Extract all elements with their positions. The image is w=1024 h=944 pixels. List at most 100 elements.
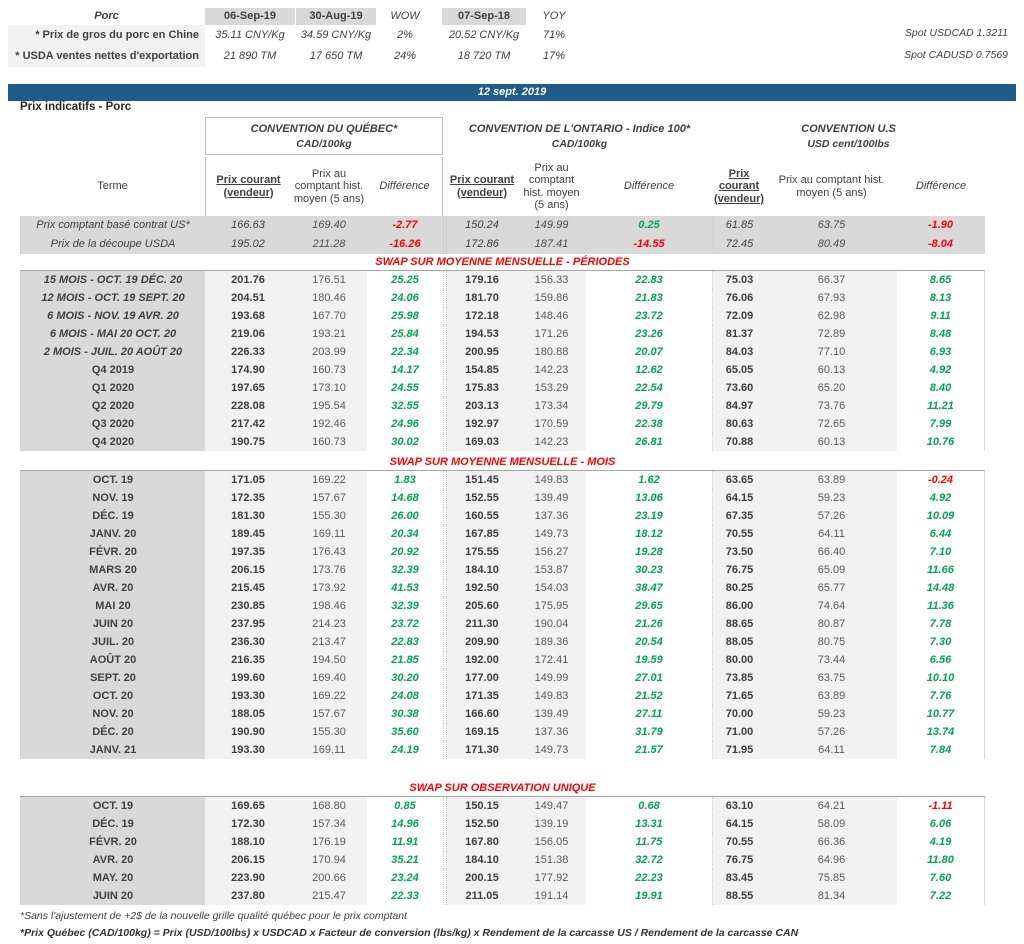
table-row: AOÛT 20 216.35 194.50 21.85 192.00 172.41 19.5… <box>20 651 985 669</box>
price-hist-cell: 172.41 <box>517 651 586 669</box>
difference-cell: 22.23 <box>586 869 712 887</box>
difference-cell: 22.33 <box>367 887 443 905</box>
spot-usdcad: Spot USDCAD 1.3211 <box>904 27 1008 39</box>
price-hist-cell: 155.30 <box>291 723 367 741</box>
price-current-cell: 194.53 <box>447 325 517 343</box>
price-current-cell: 223.90 <box>205 869 291 887</box>
price-hist-cell: 59.23 <box>766 705 897 723</box>
terme-cell: NOV. 20 <box>20 705 205 723</box>
price-hist-cell: 190.04 <box>517 615 586 633</box>
convention-us-header: CONVENTION U.S USD cent/100lbs <box>712 117 985 155</box>
difference-cell: 21.26 <box>586 615 712 633</box>
difference-cell: 35.60 <box>367 723 443 741</box>
terme-cell: DÉC. 19 <box>20 815 205 833</box>
difference-cell: 27.11 <box>586 705 712 723</box>
price-hist-cell: 58.09 <box>766 815 897 833</box>
difference-cell: 21.85 <box>367 651 443 669</box>
price-hist-cell: 137.36 <box>517 723 586 741</box>
price-hist-cell: 159.86 <box>517 289 586 307</box>
ontario-hist-header: Prix au comptant hist. moyen (5 ans) <box>523 161 580 212</box>
price-current-cell: 167.85 <box>447 525 517 543</box>
difference-cell: 35.21 <box>367 851 443 869</box>
price-current-cell: 193.68 <box>205 307 291 325</box>
price-hist-cell: 149.73 <box>517 525 586 543</box>
price-hist-cell: 155.30 <box>291 507 367 525</box>
price-hist-cell: 149.47 <box>517 797 586 815</box>
difference-cell: 20.54 <box>586 633 712 651</box>
price-hist-cell: 80.75 <box>766 633 897 651</box>
price-hist-cell: 173.92 <box>291 579 367 597</box>
table-row: MAI 20 230.85 198.46 32.39 205.60 175.95 29.65… <box>20 597 985 615</box>
terme-cell: OCT. 19 <box>20 797 205 815</box>
price-hist-cell: 65.77 <box>766 579 897 597</box>
difference-cell: 24.08 <box>367 687 443 705</box>
difference-cell: 22.83 <box>586 271 712 289</box>
terme-cell: 2 MOIS - JUIL. 20 AOÛT 20 <box>20 343 205 361</box>
table-row: Q4 2019 174.90 160.73 14.17 154.85 142.23 12.6… <box>20 361 985 379</box>
price-current-cell: 160.55 <box>447 507 517 525</box>
price-hist-cell: 193.21 <box>291 325 367 343</box>
price-hist-cell: 160.73 <box>291 433 367 451</box>
price-current-cell: 70.55 <box>712 525 766 543</box>
footnote-quality-grid: *Sans l'ajustement de +2$ de la nouvelle… <box>20 910 407 922</box>
value-cell: 20.52 CNY/Kg <box>448 29 520 41</box>
price-hist-cell: 157.34 <box>291 815 367 833</box>
price-current-cell: 206.15 <box>205 851 291 869</box>
difference-cell: 32.39 <box>367 597 443 615</box>
price-hist-cell: 176.19 <box>291 833 367 851</box>
difference-cell: -16.26 <box>367 235 443 254</box>
terme-cell: OCT. 20 <box>20 687 205 705</box>
price-hist-cell: 149.99 <box>517 669 586 687</box>
price-hist-cell: 64.96 <box>766 851 897 869</box>
terme-cell: AOÛT 20 <box>20 651 205 669</box>
table-row: JUIN 20 237.80 215.47 22.33 211.05 191.14 19.9… <box>20 887 985 905</box>
difference-cell: 8.48 <box>897 325 985 343</box>
difference-cell: 11.21 <box>897 397 985 415</box>
table-row: 6 MOIS - MAI 20 OCT. 20 219.06 193.21 25.84… <box>20 325 985 343</box>
table-row: Q4 2020 190.75 160.73 30.02 169.03 142.23 26.8… <box>20 433 985 451</box>
section-title: SWAP SUR MOYENNE MENSUELLE - MOIS <box>389 456 616 468</box>
value-cell: 35.11 CNY/Kg <box>215 29 285 41</box>
price-hist-cell: 64.11 <box>766 741 897 759</box>
difference-cell: 19.91 <box>586 887 712 905</box>
price-current-cell: 72.45 <box>712 235 766 254</box>
terme-cell: AVR. 20 <box>20 851 205 869</box>
price-current-cell: 88.05 <box>712 633 766 651</box>
table-row: 12 MOIS - OCT. 19 SEPT. 20 204.51 180.46 24… <box>20 289 985 307</box>
price-hist-cell: 170.59 <box>517 415 586 433</box>
table-row: SEPT. 20 199.60 169.40 30.20 177.00 149.99 27.… <box>20 669 985 687</box>
section-rows: 15 MOIS - OCT. 19 DÉC. 20 201.76 176.51 25.… <box>20 270 985 451</box>
difference-cell: 26.81 <box>586 433 712 451</box>
price-current-cell: 177.00 <box>447 669 517 687</box>
table-row: 15 MOIS - OCT. 19 DÉC. 20 201.76 176.51 25.… <box>20 271 985 289</box>
difference-cell: 6.06 <box>897 815 985 833</box>
price-hist-cell: 214.23 <box>291 615 367 633</box>
convention-us-title: CONVENTION U.S <box>801 122 896 135</box>
value-cell: 17 650 TM <box>309 50 363 62</box>
price-current-cell: 171.05 <box>205 471 291 489</box>
price-hist-cell: 65.09 <box>766 561 897 579</box>
value-cell: 24% <box>393 50 417 62</box>
terme-cell: MARS 20 <box>20 561 205 579</box>
price-hist-cell: 171.26 <box>517 325 586 343</box>
price-current-cell: 76.06 <box>712 289 766 307</box>
price-current-cell: 230.85 <box>205 597 291 615</box>
col-header-wow: WOW <box>390 10 420 22</box>
difference-cell: 7.10 <box>897 543 985 561</box>
price-hist-cell: 173.34 <box>517 397 586 415</box>
difference-cell: 14.96 <box>367 815 443 833</box>
price-hist-cell: 149.83 <box>517 687 586 705</box>
price-hist-cell: 60.13 <box>766 361 897 379</box>
price-current-cell: 197.65 <box>205 379 291 397</box>
price-current-cell: 211.30 <box>447 615 517 633</box>
price-current-cell: 172.86 <box>447 235 517 254</box>
terme-column-header: Terme <box>97 180 128 193</box>
price-hist-cell: 66.37 <box>766 271 897 289</box>
price-current-cell: 83.45 <box>712 869 766 887</box>
section-rows: OCT. 19 171.05 169.22 1.83 151.45 149.83 1.62 6… <box>20 470 985 759</box>
difference-cell: 10.76 <box>897 433 985 451</box>
section-swap-mois: SWAP SUR MOYENNE MENSUELLE - MOIS OCT. 1… <box>20 456 985 759</box>
difference-cell: 24.06 <box>367 289 443 307</box>
table-row: MARS 20 206.15 173.76 32.39 184.10 153.87 30.2… <box>20 561 985 579</box>
difference-cell: 21.83 <box>586 289 712 307</box>
